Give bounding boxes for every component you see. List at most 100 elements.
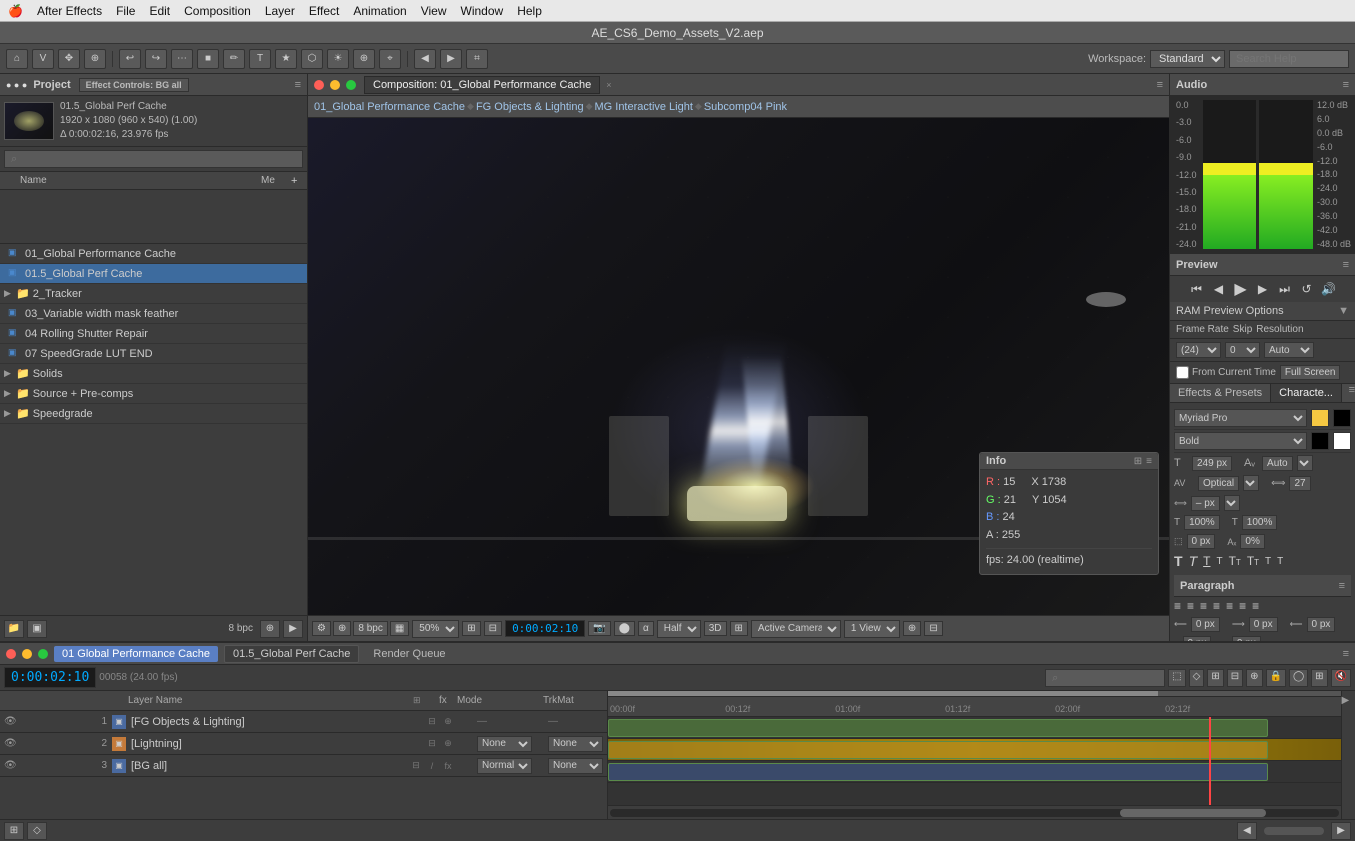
allcaps-btn[interactable]: TT (1229, 554, 1241, 568)
frame-rate-select[interactable]: (24) (1176, 342, 1221, 358)
effect-menu[interactable]: Effect (309, 4, 339, 18)
align-center-btn[interactable]: ≡ (1187, 599, 1194, 613)
sw-2-2[interactable]: ⊕ (441, 737, 455, 751)
tl-expand-btn[interactable]: ⊞ (1311, 669, 1327, 687)
tl-footer-scroll-left[interactable]: ◀ (1237, 822, 1257, 840)
project-panel-menu[interactable]: ≡ (295, 79, 301, 91)
sw-3-3[interactable]: fx (441, 759, 455, 773)
strikethrough-btn[interactable]: T (1216, 556, 1222, 567)
full-screen-btn[interactable]: Full Screen (1280, 365, 1341, 380)
tl-tab-render[interactable]: Render Queue (365, 646, 453, 662)
from-current-check[interactable]: From Current Time (1176, 366, 1276, 379)
tl-motion-btn[interactable]: ⊟ (1227, 669, 1243, 687)
view-menu[interactable]: View (421, 4, 447, 18)
camera-select[interactable]: Active Camera (751, 620, 841, 638)
layer-row-2[interactable]: 👁 2 ▣ [Lightning] ⊟ ⊕ None None (0, 733, 607, 755)
justify-left-btn[interactable]: ≡ (1213, 599, 1220, 613)
audio-panel-menu[interactable]: ≡ (1343, 79, 1349, 91)
window-menu[interactable]: Window (461, 4, 504, 18)
tool-hand[interactable]: ✥ (58, 49, 80, 69)
tl-footer-btn1[interactable]: ⊞ (4, 822, 24, 840)
tl-close-dot[interactable] (6, 649, 16, 659)
layer-3-mode[interactable]: Normal (477, 758, 532, 774)
font-style-select[interactable]: Bold (1174, 432, 1307, 450)
tool-misc1[interactable]: ⌗ (466, 49, 488, 69)
justify-all-btn[interactable]: ≡ (1252, 599, 1259, 613)
underline-btn[interactable]: T (1203, 554, 1210, 568)
viewer-3d-btn[interactable]: 3D (704, 621, 727, 636)
viewer-options-btn[interactable]: ⊟ (924, 621, 942, 636)
step-fwd-btn[interactable]: ▶ (1254, 280, 1272, 298)
animation-menu[interactable]: Animation (353, 4, 406, 18)
view-select[interactable]: 1 View (844, 620, 900, 638)
layer-3-trkmat[interactable]: None (548, 758, 603, 774)
layer-3-eye[interactable]: 👁 (4, 760, 18, 771)
track-1-clip[interactable] (608, 719, 1268, 737)
file-menu[interactable]: File (116, 4, 135, 18)
comp-panel-menu[interactable]: ≡ (1157, 79, 1163, 91)
kerning-dropdown[interactable]: ▼ (1243, 475, 1259, 491)
char-swatch2[interactable] (1333, 432, 1351, 450)
tool-shape[interactable]: ★ (275, 49, 297, 69)
list-item[interactable]: ▣ 04 Rolling Shutter Repair (0, 324, 307, 344)
size-px-val[interactable]: – px (1191, 496, 1220, 511)
quality-select[interactable]: Half (657, 620, 701, 638)
superscript-btn[interactable]: T (1265, 556, 1271, 567)
fx-panel-menu[interactable]: ≡ (1349, 384, 1355, 402)
sw1[interactable]: ⊟ (425, 715, 439, 729)
tl-footer-scroll-right[interactable]: ▶ (1331, 822, 1351, 840)
ram-options-menu[interactable]: ▼ (1338, 305, 1349, 317)
mute-btn[interactable]: 🔊 (1320, 280, 1338, 298)
play-btn[interactable]: ▶ (1232, 280, 1250, 298)
sw-3-1[interactable]: ⊟ (409, 759, 423, 773)
tl-min-dot[interactable] (22, 649, 32, 659)
viewer-more-btn[interactable]: ⊕ (903, 621, 921, 636)
after-effects-menu[interactable]: After Effects (37, 4, 102, 18)
tool-next[interactable]: ▶ (440, 49, 462, 69)
new-comp-btn[interactable]: ▣ (27, 620, 47, 638)
viewer-cam-btn[interactable]: 📷 (588, 621, 610, 636)
sw2[interactable]: ⊕ (441, 715, 455, 729)
project-search-input[interactable] (4, 150, 303, 168)
layer-row-1[interactable]: 👁 1 ▣ [FG Objects & Lighting] ⊟ ⊕ — — (0, 711, 607, 733)
viewer-settings-btn[interactable]: ⚙ (312, 621, 331, 636)
comp-main-tab[interactable]: Composition: 01_Global Performance Cache (364, 76, 600, 94)
tl-panel-menu[interactable]: ≡ (1343, 648, 1349, 660)
track-2-clip[interactable] (608, 741, 1268, 759)
justify-center-btn[interactable]: ≡ (1226, 599, 1233, 613)
tl-shy-btn[interactable]: ◯ (1289, 669, 1308, 687)
go-start-btn[interactable]: ⏮ (1188, 280, 1206, 298)
zoom-select[interactable]: 50% (412, 620, 459, 638)
workspace-select[interactable]: Standard (1150, 50, 1225, 68)
track-3-clip[interactable] (608, 763, 1268, 781)
lang-pct-val[interactable]: 0% (1240, 534, 1264, 549)
layer-2-mode[interactable]: None (477, 736, 532, 752)
breadcrumb-item-1[interactable]: 01_Global Performance Cache (314, 101, 465, 113)
char-color-yellow[interactable] (1311, 409, 1329, 427)
tool-select[interactable]: V (32, 49, 54, 69)
viewer-grid-btn[interactable]: ⊞ (730, 621, 748, 636)
tool-type[interactable]: T (249, 49, 271, 69)
playhead[interactable] (1209, 717, 1211, 805)
tl-footer-btn2[interactable]: ◇ (27, 822, 47, 840)
from-current-checkbox[interactable] (1176, 366, 1189, 379)
go-end-btn[interactable]: ⏭ (1276, 280, 1294, 298)
font-name-select[interactable]: Myriad Pro (1174, 409, 1307, 427)
align-right-btn[interactable]: ≡ (1200, 599, 1207, 613)
loop-btn[interactable]: ↺ (1298, 280, 1316, 298)
bold-btn[interactable]: T (1174, 553, 1183, 569)
viewer-render-btn[interactable]: ⬤ (614, 621, 635, 636)
edit-menu[interactable]: Edit (149, 4, 170, 18)
tool-mask[interactable]: ■ (197, 49, 219, 69)
italic-btn[interactable]: T (1189, 553, 1198, 569)
auto-dropdown[interactable]: ▼ (1297, 455, 1313, 471)
tl-snap-btn[interactable]: ⊕ (1246, 669, 1262, 687)
tool-anchor[interactable]: ⊕ (353, 49, 375, 69)
list-item[interactable]: ▣ 01_Global Performance Cache (0, 244, 307, 264)
sw-3-2[interactable]: / (425, 759, 439, 773)
list-item-folder-speedgrade[interactable]: ▶ 📁 Speedgrade (0, 404, 307, 424)
char-swatch1[interactable] (1311, 432, 1329, 450)
tl-zoom-bar[interactable] (1264, 827, 1324, 835)
list-item-folder[interactable]: ▶ 📁 2_Tracker (0, 284, 307, 304)
skip-select[interactable]: 0 (1225, 342, 1260, 358)
